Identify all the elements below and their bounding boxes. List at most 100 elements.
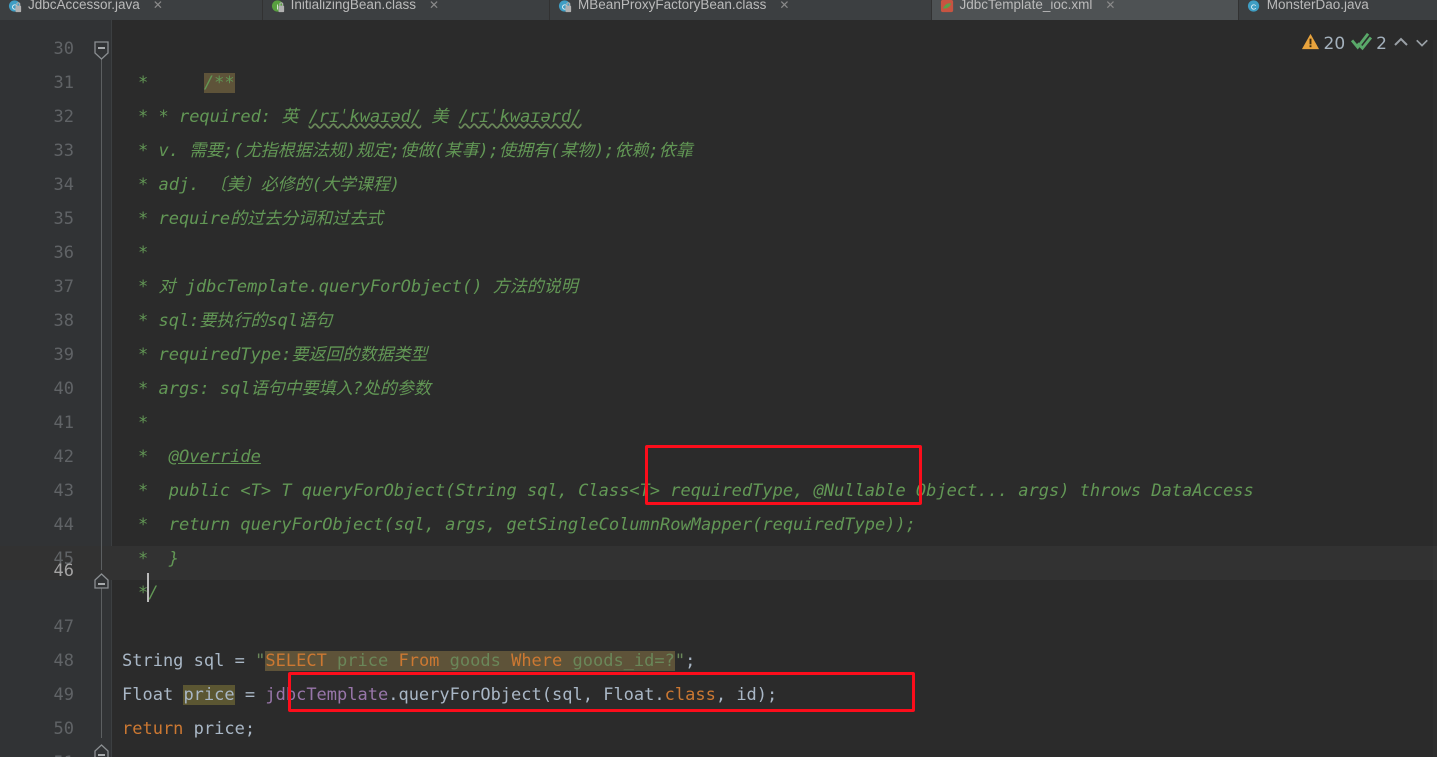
line-number: 35 (53, 209, 74, 229)
code-token-quote-close: " (674, 651, 686, 671)
code-token-assign: = (234, 651, 245, 671)
code-token-comma: , (582, 685, 604, 705)
line-number: 44 (53, 515, 74, 535)
xml-spring-icon (940, 0, 955, 14)
code-token-paren-close: ) (756, 685, 768, 705)
code-line-34: * adj. 〔美〕必修的(大学课程) (138, 175, 401, 195)
inspection-widget[interactable]: 20 2 (1301, 32, 1429, 56)
code-token-type-string: String (122, 651, 184, 671)
code-token-dot: . (388, 685, 399, 705)
fold-collapse-icon-line30[interactable] (93, 41, 110, 61)
close-icon[interactable]: ✕ (429, 0, 439, 12)
code-token-return-stmt: return queryForObject(sql, args, getSing… (168, 515, 916, 535)
code-token-star: * (138, 549, 149, 569)
chevron-up-icon[interactable] (1393, 36, 1409, 53)
code-token-assign: = (244, 685, 256, 705)
fold-collapse-icon-line51[interactable] (93, 744, 110, 757)
code-token-semicolon: ; (767, 685, 778, 705)
fold-collapse-icon-line46[interactable] (93, 573, 110, 593)
code-line-32: * * required: 英 /rɪˈkwaɪəd/ 美 /rɪˈkwaɪər… (138, 107, 582, 127)
code-token-method-queryforobject: queryForObject (398, 685, 542, 705)
line-number: 48 (53, 651, 74, 671)
editor-tab-jdbctemplate-ioc-xml[interactable]: JdbcTemplate_ioc.xml ✕ (931, 0, 1239, 20)
editor-tab-mbeanproxyfactorybean[interactable]: C MBeanProxyFactoryBean.class ✕ (550, 0, 932, 20)
code-token-class-keyword: class (664, 685, 716, 705)
code-token-semicolon: ; (244, 719, 256, 739)
code-token-comment-open: /** (203, 73, 235, 94)
line-number: 43 (53, 481, 74, 501)
tab-label: JdbcAccessor.java (28, 0, 140, 12)
code-token-star: * (138, 515, 149, 535)
warning-triangle-icon (1301, 32, 1320, 56)
ide-window: C JdbcAccessor.java ✕ I InitializingBean… (0, 0, 1437, 757)
line-number: 34 (53, 175, 74, 195)
code-token-sql-where: Where (511, 651, 563, 671)
code-token-cn-note: 的过去分词和过去式 (230, 209, 384, 229)
code-token-sql-from: From (398, 651, 440, 671)
code-token-star: * (138, 481, 149, 501)
code-token-close-brace: } (168, 549, 179, 569)
warning-group[interactable]: 20 (1301, 32, 1345, 56)
close-icon[interactable]: ✕ (779, 0, 789, 12)
line-number: 31 (53, 73, 74, 93)
code-line-36: * (138, 243, 149, 263)
code-token-comma: , (715, 685, 737, 705)
line-number: 36 (53, 243, 74, 263)
code-token-quote-open: " (255, 651, 266, 671)
line-number: 33 (53, 141, 74, 161)
tab-label: JdbcTemplate_ioc.xml (959, 0, 1093, 12)
code-line-39: * requiredType:要返回的数据类型 (138, 345, 428, 365)
code-token-uk-flag: 英 (281, 107, 299, 127)
code-token-paren-open: ( (541, 685, 552, 705)
tab-label: MBeanProxyFactoryBean.class (578, 0, 767, 12)
java-class-icon: C (1247, 0, 1262, 14)
code-token-arg-float: Float (603, 685, 655, 705)
code-token-star: * (138, 447, 149, 467)
line-number: 51 (0, 746, 74, 757)
java-class-icon: C (558, 0, 573, 14)
close-icon[interactable]: ✕ (1105, 0, 1115, 12)
code-line-44: * return queryForObject(sql, args, getSi… (138, 508, 916, 542)
editor-scrollbar[interactable] (1433, 40, 1437, 757)
chevron-down-icon[interactable] (1415, 36, 1429, 53)
java-class-icon: C (8, 0, 23, 14)
code-token-us-ipa: /rɪˈkwaɪərd/ (458, 107, 582, 127)
fold-guide-line-method (101, 576, 102, 738)
line-number: 47 (53, 617, 74, 637)
line-number: 37 (53, 277, 74, 297)
code-token-signature-tail: @Nullable Object... args) throws DataAcc… (813, 481, 1254, 501)
code-token-signature-head: public <T> T queryForObject(String sql, (168, 481, 568, 501)
code-line-41: * (138, 413, 149, 433)
line-number: 39 (53, 345, 74, 365)
editor-tab-monsterdao[interactable]: C MonsterDao.java (1238, 0, 1437, 20)
line-number: 32 (53, 107, 74, 127)
code-token-arg-sql: sql (552, 685, 583, 705)
close-icon[interactable]: ✕ (153, 0, 163, 12)
ok-group[interactable]: 2 (1351, 32, 1387, 56)
code-token-var-sql: sql (193, 651, 225, 671)
code-token-required-label: * required: (158, 107, 282, 127)
tab-label: MonsterDao.java (1266, 0, 1369, 12)
line-number-current: 46 (53, 561, 74, 581)
code-token-var-price: price (183, 685, 235, 705)
code-content[interactable]: /** * * * required: 英 /rɪˈkwaɪəd/ 美 /rɪˈ… (112, 20, 1437, 757)
code-line-49: Float price = jdbcTemplate.queryForObjec… (122, 678, 777, 712)
code-token-arg-id: id (736, 685, 757, 705)
ok-count: 2 (1376, 34, 1387, 54)
code-line-50: return price; (122, 712, 255, 746)
code-token-cn-adj: 〔美〕必修的(大学课程) (209, 175, 401, 195)
code-token-uk-ipa: /rɪˈkwaɪəd/ (308, 107, 422, 127)
java-interface-icon: I (271, 0, 286, 14)
code-token-return-keyword: return (122, 719, 184, 739)
code-line-43: * public <T> T queryForObject(String sql… (138, 474, 1254, 508)
editor-tab-initializingbean[interactable]: I InitializingBean.class ✕ (262, 0, 551, 20)
green-double-check-icon (1351, 32, 1373, 56)
code-line-31: * (138, 73, 149, 93)
code-token-dot: . (654, 685, 665, 705)
line-number: 40 (53, 379, 74, 399)
line-number: 30 (53, 39, 74, 59)
editor-tab-jdbcaccessor[interactable]: C JdbcAccessor.java ✕ (0, 0, 263, 20)
code-editor[interactable]: 30 31 32 33 34 35 36 37 38 39 40 41 42 4… (0, 20, 1437, 757)
code-token-override-tag: @Override (168, 447, 261, 467)
code-token-sql-condition: goods_id=? (562, 651, 675, 671)
